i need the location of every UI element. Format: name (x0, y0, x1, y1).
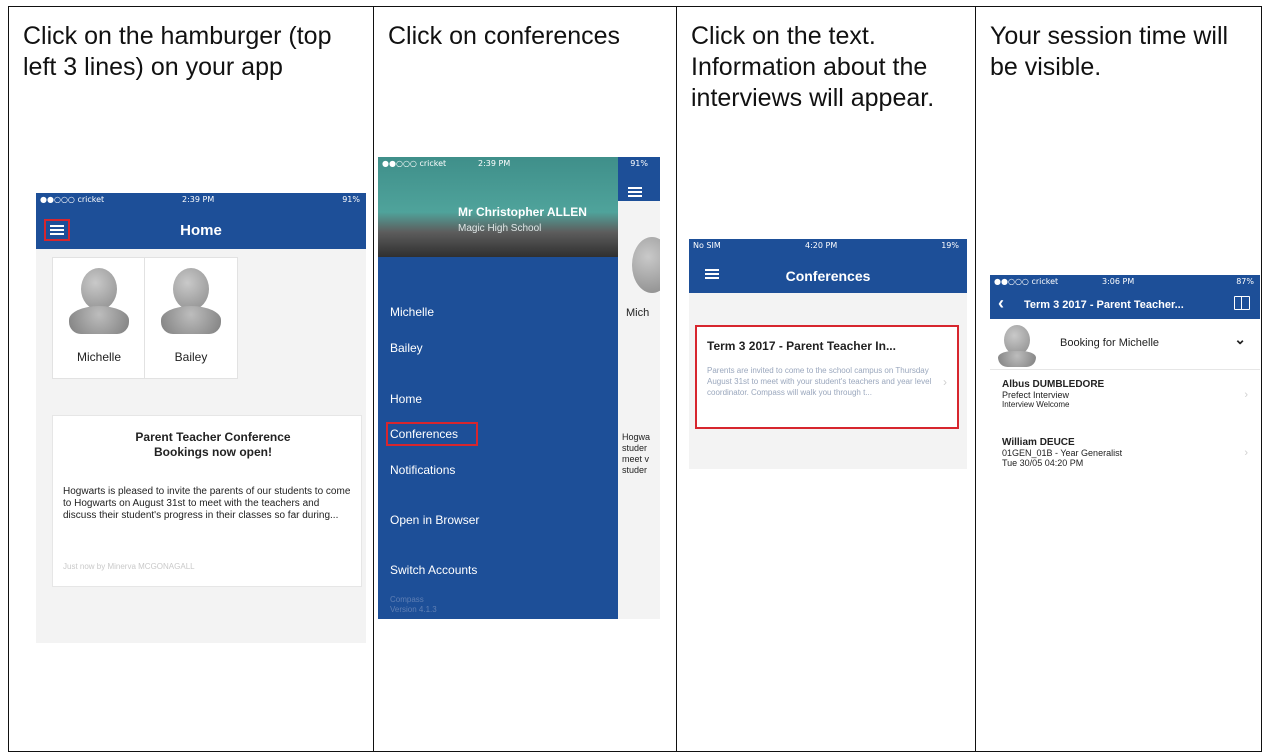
status-bar: No SIM 4:20 PM 19% (689, 239, 967, 253)
highlight-box (386, 422, 478, 446)
step-2-cell: Click on conferences Mich Hogwa studer m… (374, 7, 676, 751)
step-4-instruction: Your session time will be visible. (990, 22, 1229, 81)
app-version: Version 4.1.3 (390, 605, 437, 614)
avatar-body (69, 306, 129, 334)
interview-time: Tue 30/05 04:20 PM (1002, 458, 1084, 468)
instruction-table: Click on the hamburger (top left 3 lines… (8, 6, 1262, 752)
interview-teacher: William DEUCE (1002, 437, 1075, 448)
interview-item[interactable]: Albus DUMBLEDORE Prefect Interview Inter… (1002, 379, 1242, 409)
time-text: 3:06 PM (1102, 277, 1135, 286)
status-bar: ●●○○○ cricket 2:39 PM 91% (36, 193, 366, 207)
step-3-cell: Click on the text. Information about the… (677, 7, 975, 751)
home-navbar: ●●○○○ cricket 2:39 PM 91% Home (36, 193, 366, 249)
student-name: Michelle (76, 350, 121, 364)
status-bar: ●●○○○ cricket 3:06 PM 87% (990, 275, 1260, 289)
battery-text: 91% (630, 159, 648, 168)
interview-type: Prefect Interview (1002, 390, 1070, 400)
screen-home: ●●○○○ cricket 2:39 PM 91% Home Michelle … (36, 193, 366, 643)
booking-row[interactable]: Booking for Michelle ⌄ (990, 319, 1260, 370)
home-title: Home (180, 222, 222, 239)
interview-item[interactable]: William DEUCE 01GEN_01B - Year Generalis… (1002, 437, 1242, 468)
step-1-cell: Click on the hamburger (top left 3 lines… (9, 7, 373, 751)
battery-text: 91% (342, 195, 360, 204)
conference-title: Term 3 2017 - Parent Teacher In... (707, 339, 896, 353)
status-bar: ●●○○○ cricket 2:39 PM 91% (378, 157, 648, 171)
conferences-title: Conferences (785, 268, 871, 284)
conference-card[interactable]: Term 3 2017 - Parent Teacher In... Paren… (695, 325, 959, 429)
interview-type: 01GEN_01B - Year Generalist (1002, 448, 1123, 458)
booking-label: Booking for Michelle (1060, 337, 1160, 349)
menu-item-home[interactable]: Home (390, 392, 422, 406)
booking-navbar: ●●○○○ cricket 3:06 PM 87% ‹ Term 3 2017 … (990, 275, 1260, 319)
app-name: Compass (390, 595, 424, 604)
hamburger-icon (628, 187, 642, 197)
carrier-text: No SIM (693, 241, 721, 250)
chevron-right-icon: › (943, 375, 947, 389)
book-icon[interactable] (1234, 296, 1250, 310)
battery-text: 19% (941, 241, 959, 250)
step-4-cell: Your session time will be visible. ●●○○○… (976, 7, 1263, 751)
carrier-text: ●●○○○ cricket (382, 159, 447, 168)
news-title: Parent Teacher Conference Bookings now o… (135, 430, 291, 459)
drawer-header: ●●○○○ cricket 2:39 PM 91% Mr Christopher… (378, 157, 648, 257)
time-text: 4:20 PM (805, 241, 838, 250)
menu-item-open-in-browser[interactable]: Open in Browser (390, 513, 479, 527)
avatar-body (998, 351, 1036, 367)
news-body: Hogwarts is pleased to invite the parent… (63, 486, 351, 521)
time-text: 2:39 PM (478, 159, 511, 168)
battery-text: 87% (1236, 277, 1254, 286)
student-card-michelle[interactable]: Michelle (52, 257, 146, 379)
time-text: 2:39 PM (182, 195, 215, 204)
step-1-instruction: Click on the hamburger (top left 3 lines… (23, 22, 332, 81)
school-name: Magic High School (458, 223, 542, 234)
menu-item-bailey[interactable]: Bailey (390, 341, 423, 355)
news-card[interactable]: Parent Teacher Conference Bookings now o… (52, 415, 362, 587)
step-3-instruction: Click on the text. Information about the… (691, 22, 935, 112)
carrier-text: ●●○○○ cricket (994, 277, 1059, 286)
behind-name: Mich (626, 307, 650, 319)
menu-item-notifications[interactable]: Notifications (390, 463, 455, 477)
back-chevron-icon[interactable]: ‹ (998, 293, 1004, 314)
side-drawer: ●●○○○ cricket 2:39 PM 91% Mr Christopher… (378, 157, 648, 619)
booking-title: Term 3 2017 - Parent Teacher... (1024, 299, 1184, 311)
screen-menu: Mich Hogwa studer meet v studer ●●○○○ cr… (378, 157, 660, 619)
avatar-body (161, 306, 221, 334)
step-2-instruction: Click on conferences (388, 22, 621, 50)
screen-booking: ●●○○○ cricket 3:06 PM 87% ‹ Term 3 2017 … (990, 275, 1260, 511)
chevron-right-icon: › (1244, 389, 1248, 401)
carrier-text: ●●○○○ cricket (40, 195, 105, 204)
student-card-bailey[interactable]: Bailey (144, 257, 238, 379)
avatar-icon (173, 268, 209, 310)
chevron-right-icon: › (1244, 447, 1248, 459)
user-name: Mr Christopher ALLEN (458, 205, 587, 219)
behind-text: Hogwa studer meet v studer (622, 432, 651, 475)
menu-item-michelle[interactable]: Michelle (390, 305, 434, 319)
interview-detail: Interview Welcome (1002, 400, 1070, 409)
menu-item-switch-accounts[interactable]: Switch Accounts (390, 563, 477, 577)
avatar-icon (81, 268, 117, 310)
chevron-down-icon[interactable]: ⌄ (1234, 331, 1246, 348)
news-meta: Just now by Minerva MCGONAGALL (63, 562, 195, 571)
interview-teacher: Albus DUMBLEDORE (1002, 379, 1105, 390)
screen-conferences: No SIM 4:20 PM 19% Conferences Term 3 20… (689, 239, 967, 469)
conference-description: Parents are invited to come to the schoo… (707, 366, 932, 397)
student-name: Bailey (174, 350, 208, 364)
conferences-navbar: No SIM 4:20 PM 19% Conferences (689, 239, 967, 293)
